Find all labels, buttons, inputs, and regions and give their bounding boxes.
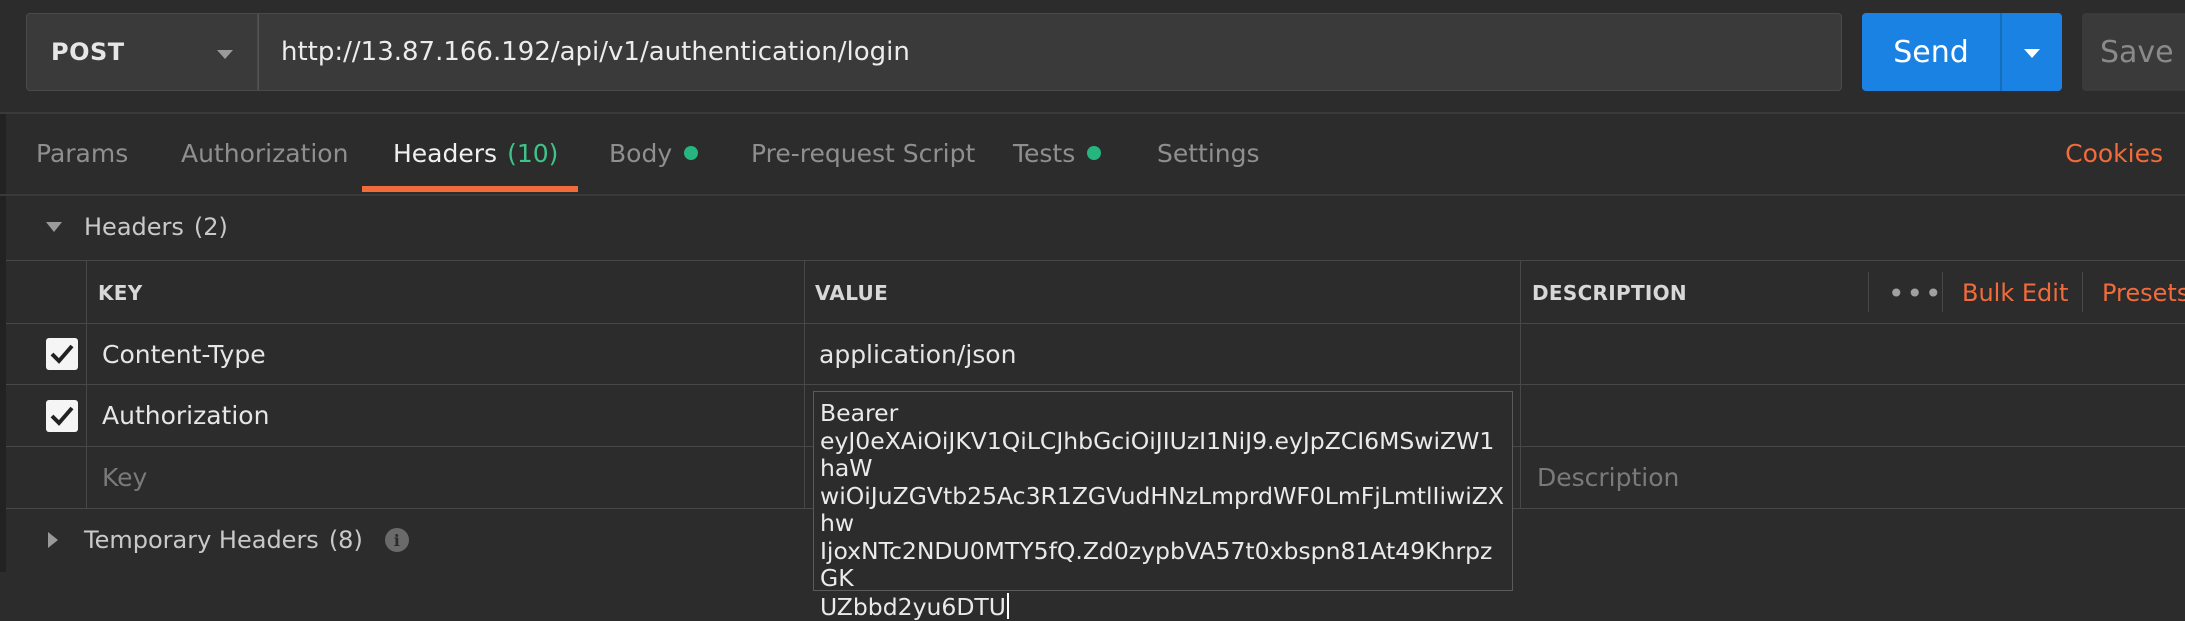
tab-label: Body	[609, 138, 673, 168]
presets-button[interactable]: Presets	[2102, 262, 2185, 324]
tab-authorization[interactable]: Authorization	[181, 114, 348, 192]
row-checkbox[interactable]	[46, 400, 78, 432]
caret-down-icon	[46, 222, 62, 232]
tab-label: Pre-request Script	[751, 138, 976, 168]
active-tab-indicator	[362, 186, 578, 192]
editor-line: Bearer	[820, 399, 899, 427]
send-button-group: Send	[1862, 13, 2062, 91]
column-header-description: DESCRIPTION	[1532, 281, 1687, 305]
tab-label: Tests	[1013, 138, 1076, 168]
tab-params[interactable]: Params	[36, 114, 128, 192]
headers-section-toggle[interactable]: Headers (2)	[40, 196, 228, 258]
status-dot-icon	[684, 146, 699, 160]
header-key[interactable]: Content-Type	[102, 324, 266, 384]
divider	[86, 260, 87, 508]
chevron-down-icon	[217, 50, 233, 59]
headers-count: (10)	[507, 138, 559, 168]
status-dot-icon	[1087, 146, 1102, 160]
divider	[6, 384, 2185, 385]
bulk-edit-button[interactable]: Bulk Edit	[1962, 262, 2068, 324]
checkmark-icon	[50, 344, 74, 364]
new-key-input[interactable]: Key	[102, 447, 147, 507]
divider	[1868, 272, 1869, 312]
section-title: Headers	[84, 213, 184, 241]
section-count: (8)	[328, 526, 363, 554]
cookies-link[interactable]: Cookies	[2065, 114, 2163, 192]
request-tabs: Params Authorization Headers (10) Body P…	[0, 114, 2185, 196]
new-description-input[interactable]: Description	[1537, 447, 1679, 507]
divider	[6, 323, 2185, 324]
tab-label: Params	[36, 138, 129, 168]
method-select[interactable]: POST	[26, 13, 258, 91]
tab-label: Headers	[393, 138, 498, 168]
divider	[804, 260, 805, 508]
checkmark-icon	[50, 406, 74, 426]
column-header-value: VALUE	[815, 281, 889, 305]
row-checkbox[interactable]	[46, 338, 78, 370]
info-icon[interactable]: i	[384, 528, 409, 552]
save-button[interactable]: Save	[2082, 13, 2185, 91]
editor-line: UZbbd2yu6DTU	[820, 592, 1006, 621]
tab-body[interactable]: Body	[609, 114, 699, 192]
section-title: Temporary Headers	[84, 526, 319, 554]
tab-headers[interactable]: Headers (10)	[393, 114, 558, 192]
editor-line: IjoxNTc2NDU0MTY5fQ.Zd0zypbVA57t0xbspn81A…	[820, 536, 1493, 592]
divider	[2082, 272, 2083, 312]
divider	[6, 260, 2185, 261]
text-cursor	[1007, 592, 1009, 619]
method-label: POST	[51, 38, 125, 66]
send-options-button[interactable]	[2002, 13, 2062, 91]
header-key[interactable]: Authorization	[102, 385, 269, 445]
section-count: (2)	[193, 213, 228, 241]
editor-line: eyJ0eXAiOiJKV1QiLCJhbGciOiJIUzI1NiJ9.eyJ…	[820, 426, 1495, 482]
temporary-headers-toggle[interactable]: Temporary Headers (8) i	[40, 509, 409, 571]
tab-label: Authorization	[181, 138, 349, 168]
editor-line: wiOiJuZGVtb25Ac3R1ZGVudHNzLmprdWF0LmFjLm…	[820, 481, 1504, 537]
caret-right-icon	[48, 532, 58, 548]
send-button[interactable]: Send	[1862, 13, 2000, 91]
header-value[interactable]: application/json	[819, 324, 1016, 384]
tab-label: Settings	[1157, 138, 1260, 168]
more-dots-icon[interactable]: •••	[1888, 262, 1944, 324]
tab-tests[interactable]: Tests	[1013, 114, 1102, 192]
request-bar: POST http://13.87.166.192/api/v1/authent…	[0, 0, 2185, 114]
divider	[1520, 260, 1521, 508]
url-text: http://13.87.166.192/api/v1/authenticati…	[281, 37, 910, 67]
tab-settings[interactable]: Settings	[1157, 114, 1260, 192]
url-input[interactable]: http://13.87.166.192/api/v1/authenticati…	[258, 13, 1842, 91]
tab-pre-request-script[interactable]: Pre-request Script	[751, 114, 975, 192]
value-editor[interactable]: Bearer eyJ0eXAiOiJKV1QiLCJhbGciOiJIUzI1N…	[813, 391, 1513, 620]
chevron-down-icon	[2024, 49, 2040, 58]
column-header-key: KEY	[98, 281, 143, 305]
